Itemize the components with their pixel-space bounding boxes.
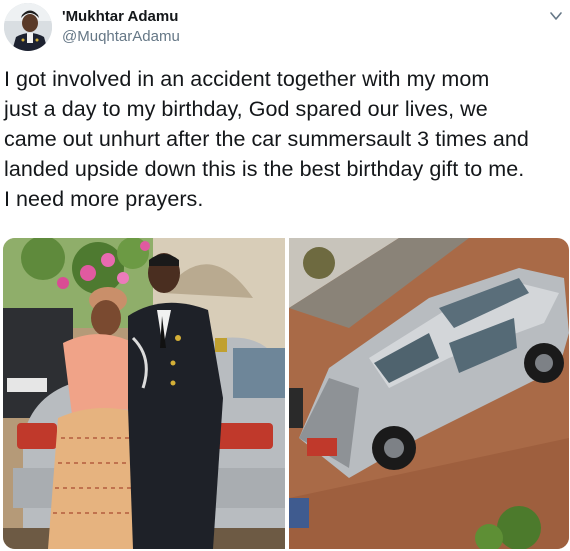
- photo-officer-and-mother[interactable]: [3, 238, 285, 549]
- photo-damaged-car[interactable]: [289, 238, 569, 549]
- avatar[interactable]: [4, 3, 52, 51]
- display-name[interactable]: 'Mukhtar Adamu: [62, 8, 178, 25]
- tweet-card: 'Mukhtar Adamu @MuqhtarAdamu I got invol…: [0, 0, 570, 551]
- user-handle[interactable]: @MuqhtarAdamu: [62, 28, 180, 45]
- chevron-down-icon[interactable]: [548, 8, 564, 24]
- media-grid: [3, 238, 569, 549]
- tweet-text: I got involved in an accident together w…: [4, 67, 529, 211]
